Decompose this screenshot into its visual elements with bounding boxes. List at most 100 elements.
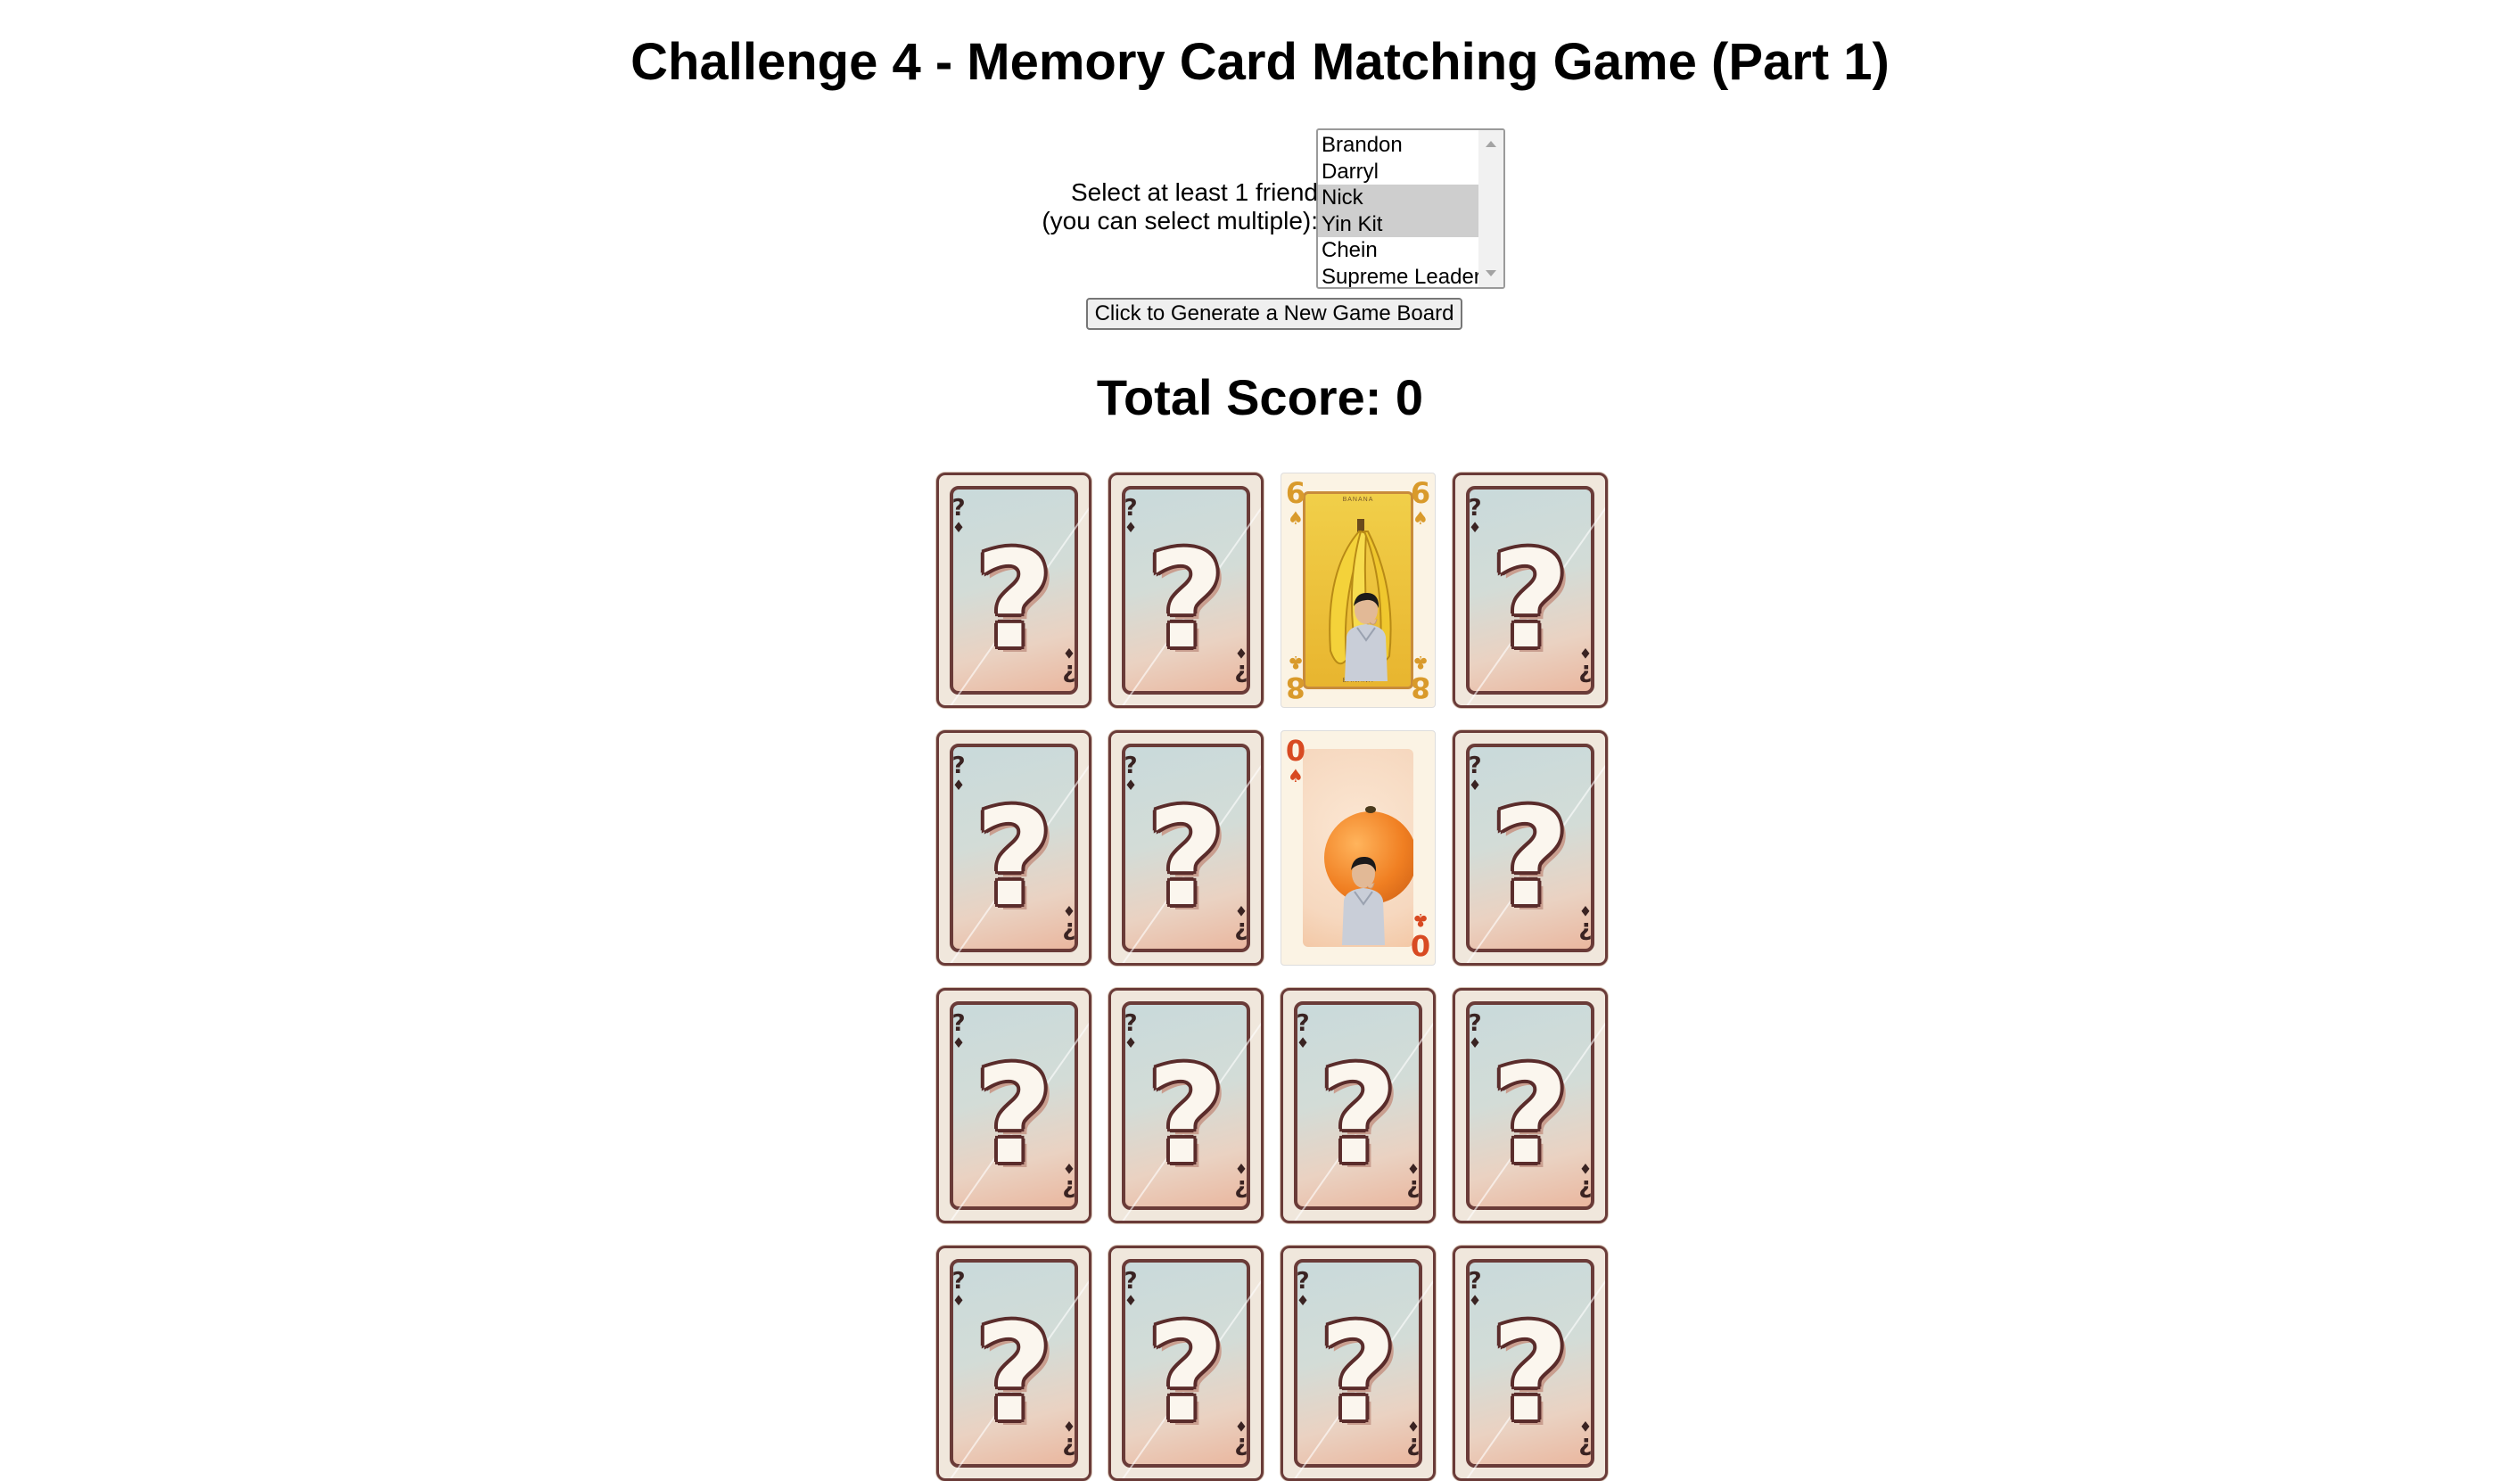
card-face-down[interactable]: ?? ♦? ♦ bbox=[1108, 1246, 1264, 1481]
total-score: Total Score: 0 bbox=[0, 366, 2520, 430]
card-face-down[interactable]: ?? ♦? ♦ bbox=[936, 988, 1091, 1223]
question-mark-icon: ? bbox=[975, 523, 1053, 679]
club-suit-icon: ♣ bbox=[1288, 652, 1304, 673]
diamond-suit-icon: ♦ bbox=[951, 1292, 966, 1309]
question-mark-icon: ? bbox=[1147, 781, 1225, 936]
diamond-suit-icon: ♦ bbox=[1296, 1292, 1310, 1309]
card-back-inner: ? bbox=[1283, 1001, 1433, 1221]
diamond-suit-icon: ♦ bbox=[1406, 1160, 1421, 1177]
club-suit-icon: ♣ bbox=[1412, 909, 1429, 931]
question-mark-icon: ? bbox=[1147, 523, 1225, 679]
diamond-suit-icon: ♦ bbox=[1578, 902, 1593, 919]
diamond-suit-icon: ♦ bbox=[1406, 1418, 1421, 1435]
diamond-suit-icon: ♦ bbox=[1234, 1160, 1248, 1177]
corner-mark: ? bbox=[1234, 1174, 1248, 1201]
diamond-suit-icon: ♦ bbox=[1124, 777, 1138, 794]
card-face-down[interactable]: ?? ♦? ♦ bbox=[1281, 988, 1436, 1223]
total-score-label: Total Score: bbox=[1096, 369, 1396, 425]
total-score-value: 0 bbox=[1395, 369, 1424, 425]
card-rank-br: 8 ♣ bbox=[1410, 650, 1431, 704]
card-back-inner: ? bbox=[1455, 486, 1605, 705]
diamond-suit-icon: ♦ bbox=[1124, 1034, 1138, 1051]
scroll-down-arrow-icon[interactable] bbox=[1486, 270, 1496, 276]
diamond-suit-icon: ♦ bbox=[1234, 645, 1248, 662]
scroll-up-arrow-icon[interactable] bbox=[1486, 141, 1496, 147]
diamond-suit-icon: ♦ bbox=[1468, 519, 1482, 536]
diamond-suit-icon: ♦ bbox=[1468, 777, 1482, 794]
card-rank: 8 bbox=[1410, 671, 1431, 704]
page-title: Challenge 4 - Memory Card Matching Game … bbox=[630, 33, 1890, 91]
card-back-inner: ? bbox=[1111, 486, 1261, 705]
friend-option[interactable]: Supreme Leader bbox=[1318, 264, 1481, 287]
card-rank-tl: 6 ♠ bbox=[1285, 479, 1306, 531]
card-face-down[interactable]: ?? ♦? ♦ bbox=[1281, 1246, 1436, 1481]
question-mark-icon: ? bbox=[975, 781, 1053, 936]
card-face-down[interactable]: ?? ♦ ? ♦ bbox=[936, 730, 1091, 966]
card-back-corner: ? ♦ bbox=[1232, 901, 1250, 943]
card-rank: 0 bbox=[1410, 928, 1431, 962]
card-back-corner: ? ♦ bbox=[1577, 1416, 1594, 1459]
card-art-frame: BANANABANANA bbox=[1303, 491, 1413, 689]
diamond-suit-icon: ♦ bbox=[951, 519, 966, 536]
card-back-corner: ? ♦ bbox=[1232, 1416, 1250, 1459]
corner-mark: ? bbox=[1062, 1174, 1076, 1201]
card-back-inner: ? bbox=[939, 486, 1089, 705]
generate-board-button[interactable]: Click to Generate a New Game Board bbox=[1086, 298, 1462, 330]
card-back-corner: ? ♦ bbox=[1232, 643, 1250, 686]
friend-select-list[interactable]: Brandon Darryl Nick Yin Kit Chein Supreme Lea… bbox=[1316, 128, 1505, 289]
card-back-corner: ? ♦ bbox=[950, 497, 968, 538]
friend-picker-label: Select at least 1 friend (you can select… bbox=[981, 178, 1318, 235]
card-face-down[interactable]: ?? ♦? ♦ bbox=[936, 1246, 1091, 1481]
card-back-inner: ? bbox=[939, 1001, 1089, 1221]
orange-card-face-up[interactable]: 0 ♠ 0 ♣ bbox=[1281, 730, 1436, 966]
spade-suit-icon: ♠ bbox=[1288, 507, 1304, 529]
card-back-corner: ? ♦ bbox=[1060, 901, 1078, 943]
spade-suit-icon: ♠ bbox=[1288, 765, 1304, 786]
card-back-inner: ? bbox=[1111, 744, 1261, 963]
diamond-suit-icon: ♦ bbox=[1578, 1418, 1593, 1435]
club-suit-icon: ♣ bbox=[1412, 652, 1429, 673]
card-face-down[interactable]: ?? ♦? ♦ bbox=[936, 473, 1091, 708]
orange-stem-icon bbox=[1365, 806, 1376, 813]
corner-mark: ? bbox=[1578, 1432, 1593, 1459]
card-face-down[interactable]: ?? ♦? ♦ bbox=[1453, 1246, 1608, 1481]
card-back-corner: ? ♦ bbox=[950, 754, 968, 795]
corner-mark: ? bbox=[1234, 1432, 1248, 1459]
question-mark-icon: ? bbox=[1491, 1039, 1569, 1194]
diamond-suit-icon: ♦ bbox=[1062, 1160, 1076, 1177]
banana-card-face-up[interactable]: BANANABANANA6♠8♣6♠8♣ bbox=[1281, 473, 1436, 708]
card-back-corner: ? ♦ bbox=[1466, 1270, 1484, 1311]
card-face-down[interactable]: ?? ♦? ♦ bbox=[1453, 730, 1608, 966]
listbox-scrollbar[interactable] bbox=[1478, 130, 1503, 287]
corner-mark: ? bbox=[1406, 1174, 1421, 1201]
diamond-suit-icon: ♦ bbox=[1062, 645, 1076, 662]
friend-option[interactable]: Brandon bbox=[1318, 132, 1478, 159]
card-face-down[interactable]: ?? ♦? ♦ bbox=[1453, 473, 1608, 708]
card-back-inner: ? bbox=[939, 1259, 1089, 1478]
corner-mark: ? bbox=[1578, 659, 1593, 686]
card-face-down[interactable]: ?? ♦? ♦ bbox=[1108, 473, 1264, 708]
friend-picker-label-line2: (you can select multiple): bbox=[1042, 207, 1318, 234]
friend-picker-label-line1: Select at least 1 friend bbox=[1070, 178, 1318, 206]
card-caption-top: BANANA bbox=[1342, 497, 1374, 503]
card-rank-bl: 8 ♣ bbox=[1285, 650, 1306, 704]
question-mark-icon: ? bbox=[1319, 1296, 1397, 1452]
card-back-corner: ? ♦ bbox=[1466, 497, 1484, 538]
card-back-corner: ? ♦ bbox=[1122, 1012, 1140, 1053]
card-face-down[interactable]: ?? ♦? ♦ bbox=[1108, 988, 1264, 1223]
card-back-corner: ? ♦ bbox=[1232, 1158, 1250, 1201]
diamond-suit-icon: ♦ bbox=[1578, 645, 1593, 662]
card-rank-br: 0 ♣ bbox=[1410, 908, 1431, 962]
card-rank: 8 bbox=[1285, 671, 1306, 704]
spade-suit-icon: ♠ bbox=[1412, 507, 1429, 529]
card-back-corner: ? ♦ bbox=[1060, 1158, 1078, 1201]
friend-option[interactable]: Chein bbox=[1318, 237, 1478, 264]
friend-option[interactable]: Darryl bbox=[1318, 159, 1478, 185]
card-face-down[interactable]: ?? ♦? ♦ bbox=[1108, 730, 1264, 966]
corner-mark: ? bbox=[1406, 1432, 1421, 1459]
corner-mark: ? bbox=[1062, 1432, 1076, 1459]
card-rank-tl: 0 ♠ bbox=[1285, 736, 1306, 788]
friend-option[interactable]: Nick bbox=[1318, 185, 1478, 211]
card-face-down[interactable]: ?? ♦? ♦ bbox=[1453, 988, 1608, 1223]
friend-option[interactable]: Yin Kit bbox=[1318, 210, 1478, 238]
